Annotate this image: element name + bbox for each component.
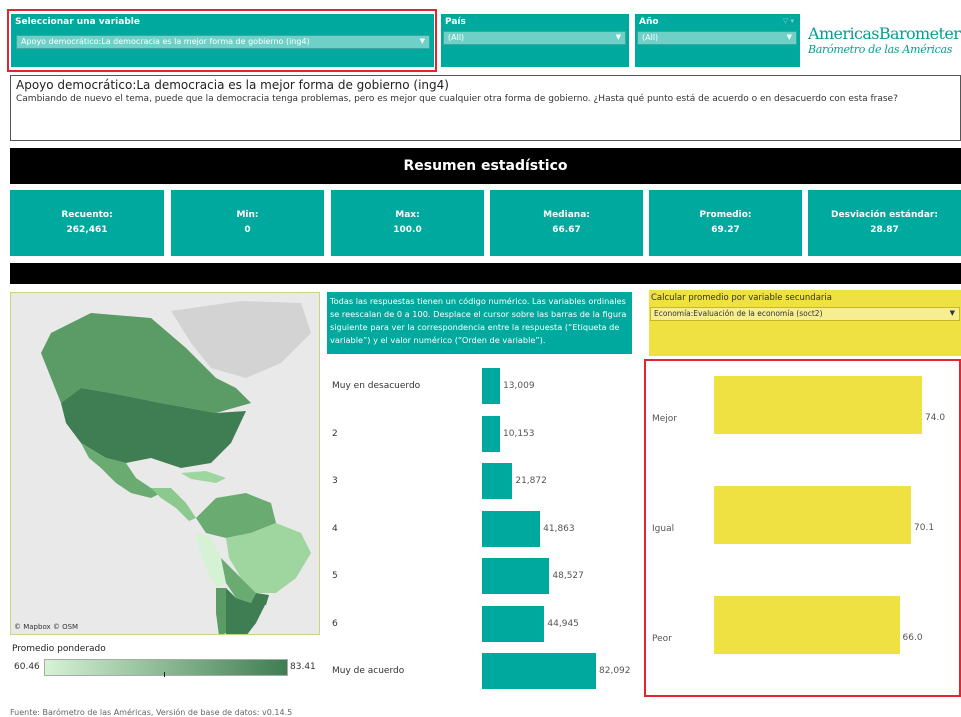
response-count: 44,945 — [547, 618, 579, 629]
map-legend-gradient — [44, 659, 288, 676]
response-bar[interactable] — [482, 510, 541, 547]
stat-card-count: Recuento: 262,461 — [10, 190, 164, 256]
map-region-central-america — [151, 488, 196, 521]
response-label: Muy de acuerdo — [332, 666, 405, 676]
response-label: 5 — [332, 571, 338, 581]
response-count: 10,153 — [503, 428, 535, 439]
map-credit: © Mapbox © OSM — [14, 623, 79, 631]
response-count: 21,872 — [515, 476, 547, 486]
response-label: 2 — [332, 428, 338, 439]
response-label: 3 — [332, 476, 338, 486]
secondary-select[interactable]: Economía:Evaluación de la economía (soct… — [650, 307, 960, 321]
stat-label: Promedio: — [699, 210, 752, 220]
stat-card-stddev: Desviación estándar: 28.87 — [808, 190, 961, 256]
americasbarometer-logo: AmericasBarometer Barómetro de las Améri… — [808, 24, 961, 56]
secondary-select-value: Economía:Evaluación de la economía (soct… — [654, 309, 823, 318]
secondary-panel: Calcular promedio por variable secundari… — [649, 290, 961, 356]
country-select-value: (All) — [448, 33, 465, 42]
stat-card-min: Min: 0 — [171, 190, 324, 256]
question-box: Apoyo democrático:La democracia es la me… — [10, 75, 961, 141]
chevron-down-icon: ▼ — [786, 33, 792, 41]
response-bar[interactable] — [482, 558, 550, 594]
response-bar[interactable] — [482, 653, 596, 689]
secondary-value: 74.0 — [925, 413, 946, 423]
section-divider — [10, 263, 961, 284]
stat-value: 0 — [244, 225, 251, 235]
stat-label: Recuento: — [61, 210, 113, 220]
response-count: 13,009 — [503, 381, 535, 391]
map-region-uruguay — [256, 593, 269, 605]
country-filter: País (All) ▼ — [441, 14, 629, 67]
year-filter-label: Año — [639, 17, 659, 27]
americas-map[interactable] — [11, 293, 320, 635]
secondary-filter-label: Calcular promedio por variable secundari… — [651, 293, 832, 303]
secondary-category-label: Mejor — [652, 414, 678, 424]
question-text: Cambiando de nuevo el tema, puede que la… — [16, 94, 898, 104]
secondary-bar[interactable] — [714, 376, 922, 434]
question-title: Apoyo democrático:La democracia es la me… — [16, 78, 449, 92]
info-text-panel: Todas las respuestas tienen un código nu… — [327, 292, 632, 354]
response-bar[interactable] — [482, 463, 513, 499]
year-select[interactable]: (All) ▼ — [637, 31, 797, 45]
secondary-category-label: Peor — [652, 634, 672, 644]
variable-filter-label: Seleccionar una variable — [15, 17, 140, 27]
response-count: 41,863 — [543, 523, 575, 534]
stat-card-max: Max: 100.0 — [331, 190, 484, 256]
secondary-bar[interactable] — [714, 486, 912, 544]
secondary-category-label: Igual — [652, 524, 675, 534]
map-panel[interactable]: © Mapbox © OSM — [10, 292, 320, 635]
map-legend-max: 83.41 — [290, 662, 316, 672]
year-select-value: (All) — [642, 33, 659, 42]
map-region-caribbean — [181, 471, 226, 483]
stat-value: 28.87 — [870, 225, 899, 235]
map-legend-marker — [164, 672, 165, 677]
stat-value: 100.0 — [393, 225, 422, 235]
stat-label: Min: — [236, 210, 259, 220]
chevron-down-icon: ▼ — [615, 33, 621, 41]
variable-select-value: Apoyo democrático:La democracia es la me… — [21, 37, 310, 46]
stat-label: Mediana: — [543, 210, 590, 220]
chevron-down-icon: ▼ — [419, 37, 425, 45]
logo-line-2: Barómetro de las Américas — [808, 43, 953, 56]
chevron-down-icon: ▼ — [949, 309, 955, 317]
logo-line-1: AmericasBarometer — [808, 24, 961, 43]
stat-label: Desviación estándar: — [831, 210, 938, 220]
country-filter-label: País — [445, 17, 466, 27]
response-label: 6 — [332, 618, 338, 629]
variable-filter: Seleccionar una variable Apoyo democráti… — [11, 14, 434, 67]
stat-card-median: Mediana: 66.67 — [490, 190, 643, 256]
info-text: Todas las respuestas tienen un código nu… — [330, 296, 627, 345]
variable-select[interactable]: Apoyo democrático:La democracia es la me… — [16, 35, 430, 49]
map-region-chile — [216, 588, 226, 634]
secondary-bar[interactable] — [714, 596, 900, 654]
map-legend-title: Promedio ponderado — [12, 644, 106, 654]
stat-label: Max: — [395, 210, 420, 220]
stat-card-mean: Promedio: 69.27 — [649, 190, 802, 256]
response-label: 4 — [332, 523, 338, 534]
response-chart — [327, 360, 632, 695]
footer-source: Fuente: Barómetro de las Américas, Versi… — [10, 708, 293, 717]
secondary-value: 70.1 — [914, 523, 935, 533]
stat-value: 69.27 — [711, 225, 740, 235]
response-label: Muy en desacuerdo — [332, 381, 421, 391]
response-bar[interactable] — [482, 368, 501, 404]
response-count: 82,092 — [599, 666, 631, 676]
response-count: 48,527 — [552, 571, 584, 581]
secondary-value: 66.0 — [902, 633, 923, 643]
filter-menu-icon[interactable]: ▽ ▾ — [783, 17, 794, 25]
stat-value: 262,461 — [66, 225, 108, 235]
summary-title: Resumen estadístico — [403, 158, 568, 174]
map-legend-min: 60.46 — [14, 662, 40, 672]
response-bar[interactable] — [482, 415, 500, 452]
year-filter: Año ▽ ▾ (All) ▼ — [635, 14, 800, 67]
country-select[interactable]: (All) ▼ — [443, 31, 626, 45]
summary-title-bar: Resumen estadístico — [10, 148, 961, 184]
response-bar[interactable] — [482, 605, 545, 642]
stat-value: 66.67 — [552, 225, 581, 235]
